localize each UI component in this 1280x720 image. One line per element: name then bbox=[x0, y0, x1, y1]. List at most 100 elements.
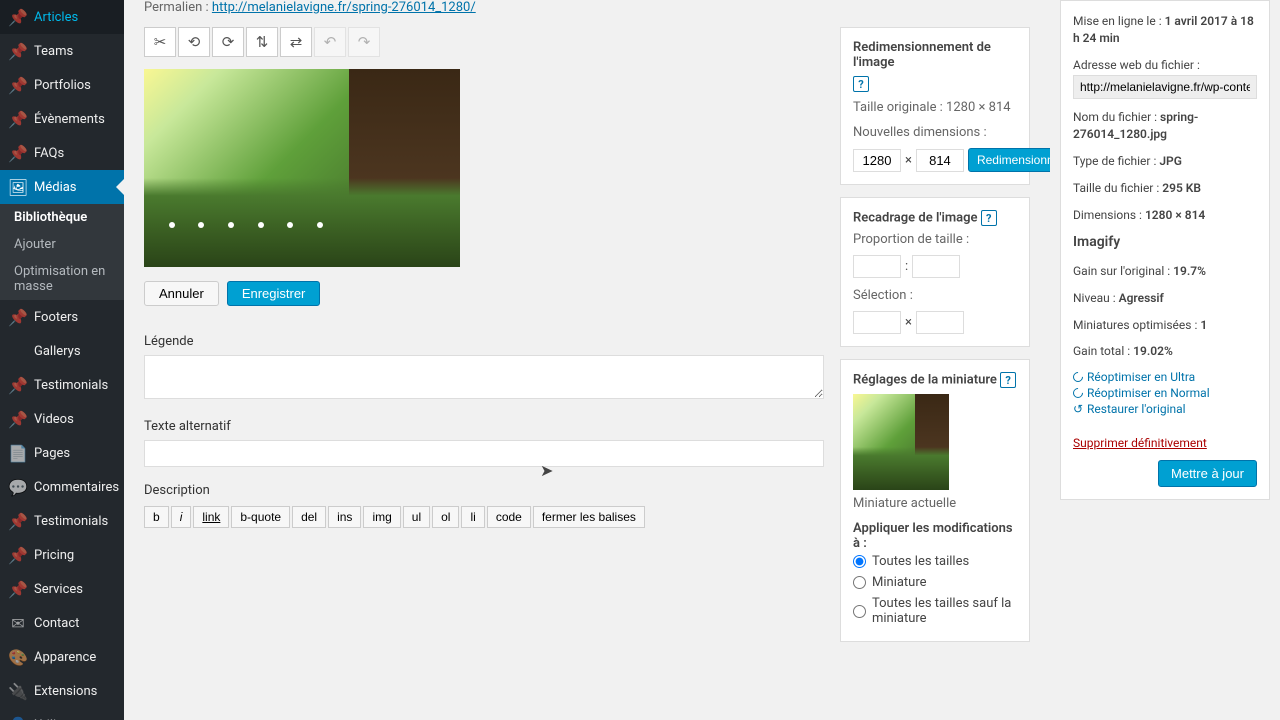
editor-btn-ins[interactable]: ins bbox=[328, 506, 361, 528]
menu-icon: 📌 bbox=[8, 41, 28, 61]
width-input[interactable] bbox=[853, 149, 901, 172]
menu-icon: 📌 bbox=[8, 143, 28, 163]
radio-except[interactable] bbox=[853, 605, 866, 618]
resize-button[interactable]: Redimensionner bbox=[968, 148, 1050, 172]
help-icon[interactable]: ? bbox=[981, 210, 997, 226]
menu-icon: 📌 bbox=[8, 75, 28, 95]
thumb-current-label: Miniature actuelle bbox=[853, 496, 1017, 511]
editor-btn-fermer les balises[interactable]: fermer les balises bbox=[533, 506, 645, 528]
filesize: 295 KB bbox=[1162, 181, 1201, 195]
caption-label: Légende bbox=[144, 334, 824, 349]
delete-link[interactable]: Supprimer définitivement bbox=[1073, 436, 1257, 450]
cancel-button[interactable]: Annuler bbox=[144, 281, 219, 306]
flip-v-icon[interactable]: ⇅ bbox=[246, 27, 278, 57]
caption-input[interactable] bbox=[144, 355, 824, 399]
sidebar: 📌Articles📌Teams📌Portfolios📌Évènements📌FA… bbox=[0, 0, 124, 720]
menu-icon: 👤 bbox=[8, 715, 28, 720]
editor-btn-del[interactable]: del bbox=[292, 506, 326, 528]
reopt-normal-link[interactable]: Réoptimiser en Normal bbox=[1073, 386, 1257, 400]
menu-icon: ✉ bbox=[8, 613, 28, 633]
ratio-label: Proportion de taille : bbox=[853, 232, 1017, 247]
editor-btn-link[interactable]: link bbox=[193, 506, 229, 528]
restore-link[interactable]: ↺Restaurer l'original bbox=[1073, 402, 1257, 416]
menu-icon: 🖼 bbox=[8, 177, 28, 197]
save-button[interactable]: Enregistrer bbox=[227, 281, 321, 306]
editor-btn-code[interactable]: code bbox=[487, 506, 531, 528]
refresh-icon bbox=[1071, 386, 1085, 400]
sidebar-item-apparence[interactable]: 🎨Apparence bbox=[0, 640, 124, 674]
sidebar-item-testimonials[interactable]: 📌Testimonials bbox=[0, 368, 124, 402]
sidebar-item-footers[interactable]: 📌Footers bbox=[0, 300, 124, 334]
sidebar-item-videos[interactable]: 📌Videos bbox=[0, 402, 124, 436]
selection-label: Sélection : bbox=[853, 288, 1017, 303]
image-toolbar: ✂ ⟲ ⟳ ⇅ ⇄ ↶ ↷ bbox=[144, 27, 824, 57]
flip-h-icon[interactable]: ⇄ bbox=[280, 27, 312, 57]
menu-icon: 📌 bbox=[8, 7, 28, 27]
ratio-w-input[interactable] bbox=[853, 255, 901, 278]
editor-btn-img[interactable]: img bbox=[363, 506, 400, 528]
crop-icon[interactable]: ✂ bbox=[144, 27, 176, 57]
permalink-label: Permalien : bbox=[144, 0, 209, 15]
sidebar-item-testimonials[interactable]: 📌Testimonials bbox=[0, 504, 124, 538]
sidebar-item-articles[interactable]: 📌Articles bbox=[0, 0, 124, 34]
image-preview[interactable] bbox=[144, 69, 460, 267]
update-button[interactable]: Mettre à jour bbox=[1158, 460, 1257, 487]
thumbnail-preview bbox=[853, 394, 949, 490]
sidebar-item-contact[interactable]: ✉Contact bbox=[0, 606, 124, 640]
sidebar-item-extensions[interactable]: 🔌Extensions bbox=[0, 674, 124, 708]
menu-icon: 📌 bbox=[8, 545, 28, 565]
permalink-url[interactable]: http://melanielavigne.fr/spring-276014_1… bbox=[212, 0, 476, 15]
sidebar-item-teams[interactable]: 📌Teams bbox=[0, 34, 124, 68]
sel-h-input[interactable] bbox=[916, 311, 964, 334]
editor-btn-i[interactable]: i bbox=[171, 506, 192, 528]
sidebar-item-gallerys[interactable]: Gallerys bbox=[0, 334, 124, 368]
editor-btn-b[interactable]: b bbox=[144, 506, 169, 528]
ratio-h-input[interactable] bbox=[912, 255, 960, 278]
alt-label: Texte alternatif bbox=[144, 419, 824, 434]
permalink: Permalien : http://melanielavigne.fr/spr… bbox=[144, 0, 1030, 15]
radio-thumb[interactable] bbox=[853, 576, 866, 589]
undo-icon: ↺ bbox=[1073, 402, 1083, 416]
menu-icon: 📌 bbox=[8, 307, 28, 327]
menu-icon: 📌 bbox=[8, 511, 28, 531]
rotate-right-icon[interactable]: ⟳ bbox=[212, 27, 244, 57]
filetype: JPG bbox=[1159, 154, 1182, 168]
sidebar-item-commentaires[interactable]: 💬Commentaires bbox=[0, 470, 124, 504]
editor-btn-ul[interactable]: ul bbox=[403, 506, 430, 528]
file-url-input[interactable] bbox=[1073, 75, 1257, 99]
sidebar-item-services[interactable]: 📌Services bbox=[0, 572, 124, 606]
main-content: Permalien : http://melanielavigne.fr/spr… bbox=[124, 0, 1050, 720]
new-dims-label: Nouvelles dimensions : bbox=[853, 125, 1017, 140]
sidebar-item-faqs[interactable]: 📌FAQs bbox=[0, 136, 124, 170]
sel-w-input[interactable] bbox=[853, 311, 901, 334]
sidebar-item-pricing[interactable]: 📌Pricing bbox=[0, 538, 124, 572]
editor-btn-li[interactable]: li bbox=[461, 506, 484, 528]
menu-icon: 📌 bbox=[8, 375, 28, 395]
rotate-left-icon[interactable]: ⟲ bbox=[178, 27, 210, 57]
sidebar-sub-item[interactable]: Bibliothèque bbox=[0, 204, 124, 231]
desc-label: Description bbox=[144, 483, 824, 498]
height-input[interactable] bbox=[916, 149, 964, 172]
menu-icon: 🎨 bbox=[8, 647, 28, 667]
crop-title: Recadrage de l'image bbox=[853, 211, 978, 226]
reopt-ultra-link[interactable]: Réoptimiser en Ultra bbox=[1073, 370, 1257, 384]
help-icon[interactable]: ? bbox=[853, 76, 869, 92]
sidebar-item-évènements[interactable]: 📌Évènements bbox=[0, 102, 124, 136]
alt-input[interactable] bbox=[144, 440, 824, 467]
sidebar-item-pages[interactable]: 📄Pages bbox=[0, 436, 124, 470]
sidebar-sub-item[interactable]: Optimisation en masse bbox=[0, 258, 124, 300]
help-icon[interactable]: ? bbox=[1000, 372, 1016, 388]
editor-btn-ol[interactable]: ol bbox=[432, 506, 459, 528]
sidebar-item-portfolios[interactable]: 📌Portfolios bbox=[0, 68, 124, 102]
thumb-title: Réglages de la miniature bbox=[853, 373, 997, 388]
sidebar-item-utilisateurs[interactable]: 👤Utilisateurs bbox=[0, 708, 124, 720]
orig-size: Taille originale : 1280 × 814 bbox=[853, 100, 1017, 115]
editor-btn-b-quote[interactable]: b-quote bbox=[231, 506, 290, 528]
sidebar-sub-item[interactable]: Ajouter bbox=[0, 231, 124, 258]
radio-all[interactable] bbox=[853, 555, 866, 568]
redo-icon: ↷ bbox=[348, 27, 380, 57]
menu-icon: 💬 bbox=[8, 477, 28, 497]
file-url-label: Adresse web du fichier : bbox=[1073, 57, 1257, 74]
menu-icon: 🔌 bbox=[8, 681, 28, 701]
sidebar-item-médias[interactable]: 🖼Médias bbox=[0, 170, 124, 204]
